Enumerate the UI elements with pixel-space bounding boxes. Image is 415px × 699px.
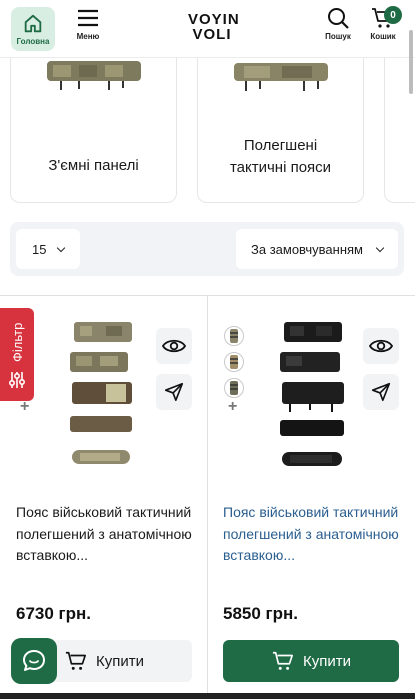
cart-count-badge: 0 [384,6,402,24]
home-icon [24,14,42,32]
menu-label: Меню [76,32,100,41]
per-page-value: 15 [32,241,47,257]
sort-select[interactable]: За замовчуванням [236,229,398,269]
category-carousel: З'ємні панелі Полегшені тактичні пояси [0,58,415,206]
swatch-belt-icon [230,355,238,369]
sort-filter-bar: 15 За замовчуванням [10,222,404,276]
share-icon [371,382,391,402]
category-card-light-belts[interactable]: Полегшені тактичні пояси [197,58,364,203]
logo-text-top: VOYIN [188,11,240,28]
sort-value: За замовчуванням [251,241,363,257]
eye-icon [369,339,393,353]
light-belt-image [233,63,328,91]
product-card[interactable]: + Пояс військовий тактичний полегшений з… [208,296,415,699]
share-button[interactable] [363,374,399,410]
buy-label: Купити [303,652,351,670]
logo-text-bottom: VOLI [192,26,232,43]
color-swatch[interactable] [224,378,244,398]
home-label: Головна [16,36,50,46]
chevron-down-icon [57,243,66,252]
product-title-link[interactable]: Пояс військовий тактичний полегшений з а… [223,502,403,567]
scrollbar[interactable] [409,30,413,94]
eye-icon [162,339,186,353]
buy-button[interactable]: Купити [223,640,399,682]
product-image [70,322,132,464]
swatch-belt-icon [230,381,238,395]
menu-button[interactable]: Меню [74,6,102,41]
color-swatch[interactable] [224,326,244,346]
share-button[interactable] [156,374,192,410]
product-price: 5850 грн. [223,604,298,623]
search-label: Пошук [325,32,351,41]
filter-sliders-icon [8,372,26,388]
top-navigation-bar: Головна Меню VOYIN VOLI Пошук Кошик 0 [0,0,415,58]
cart-icon [65,651,86,670]
chevron-down-icon [375,243,385,252]
product-price: 6730 грн. [16,604,91,623]
category-label-line2: тактичні пояси [229,159,332,176]
quick-view-button[interactable] [156,328,192,364]
panels-image [46,61,141,90]
filter-tab[interactable]: Фільтр [0,308,34,401]
quick-view-button[interactable] [363,328,399,364]
buy-label: Купити [96,652,144,670]
more-colors-plus[interactable]: + [228,398,237,416]
bottom-edge [0,693,415,699]
product-title[interactable]: Пояс військовий тактичний полегшений з а… [16,502,196,567]
filter-tab-label: Фільтр [10,322,25,362]
category-label-line1: Полегшені [243,137,318,154]
search-button[interactable]: Пошук [324,6,352,41]
share-icon [164,382,184,402]
search-icon [328,8,349,29]
chat-button[interactable] [11,638,57,684]
cart-label: Кошик [370,32,396,41]
swatch-belt-icon [230,329,238,343]
product-image [280,322,344,466]
menu-icon [78,9,98,27]
category-label: З'ємні панелі [48,157,139,174]
chat-icon [23,650,45,671]
category-card-panels[interactable]: З'ємні панелі [10,58,177,203]
per-page-select[interactable]: 15 [16,229,80,269]
cart-icon [272,651,293,670]
site-logo[interactable]: VOYIN VOLI [188,11,240,43]
home-button[interactable]: Головна [11,7,55,51]
color-swatch[interactable] [224,352,244,372]
